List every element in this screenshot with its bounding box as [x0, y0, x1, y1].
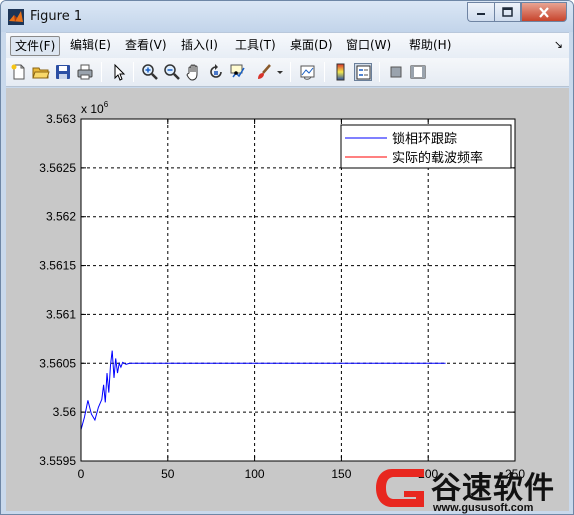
menu-help[interactable]: 帮助(H) [405, 36, 455, 56]
y-tick-label: 3.562 [46, 210, 76, 224]
watermark: 谷速软件 www.gususoft.com [374, 461, 573, 514]
toolbar-separator [133, 62, 134, 82]
menu-desktop[interactable]: 桌面(D) [286, 36, 337, 56]
menu-window[interactable]: 窗口(W) [342, 36, 395, 56]
x-tick-label: 0 [78, 467, 85, 481]
maximize-button[interactable] [494, 2, 521, 22]
x-tick-label: 50 [161, 467, 175, 481]
data-cursor-icon[interactable] [229, 63, 247, 81]
new-figure-icon[interactable] [10, 63, 28, 81]
hide-plot-tools-icon[interactable] [387, 63, 405, 81]
pointer-icon[interactable] [110, 63, 128, 81]
menu-insert[interactable]: 插入(I) [177, 36, 222, 56]
save-icon[interactable] [54, 63, 72, 81]
legend[interactable]: 锁相环跟踪 实际的载波频率 [340, 124, 512, 169]
pan-icon[interactable] [185, 63, 203, 81]
title-bar[interactable]: Figure 1 [1, 1, 573, 32]
menu-bar: 文件(F) 编辑(E) 查看(V) 插入(I) 工具(T) 桌面(D) 窗口(W… [6, 32, 569, 58]
legend-label-pll: 锁相环跟踪 [392, 131, 457, 147]
y-tick-label: 3.56 [53, 405, 77, 419]
toolbar-separator [379, 62, 380, 82]
watermark-url: www.gususoft.com [433, 502, 534, 514]
toolbar-separator [290, 62, 291, 82]
x-tick-label: 150 [331, 467, 351, 481]
figure-window: Figure 1 文件(F) 编辑(E) 查看(V) 插入(I) 工具(T) 桌… [0, 0, 574, 515]
legend-label-carrier: 实际的载波频率 [392, 150, 483, 166]
y-tick-label: 3.561 [46, 307, 76, 321]
axes-background [80, 118, 516, 462]
menu-view[interactable]: 查看(V) [121, 36, 171, 56]
y-tick-label: 3.563 [46, 112, 76, 126]
rotate-3d-icon[interactable] [207, 63, 225, 81]
brush-icon[interactable] [255, 63, 273, 81]
menu-file[interactable]: 文件(F) [10, 36, 61, 56]
window-title: Figure 1 [30, 9, 83, 24]
brush-dropdown-icon[interactable] [276, 63, 284, 81]
y-tick-label: 3.5595 [39, 454, 76, 468]
y-tick-label: 3.5615 [39, 259, 76, 273]
dock-figure-icon[interactable]: ↘ [554, 38, 563, 51]
menu-edit[interactable]: 编辑(E) [66, 36, 115, 56]
toolbar-separator [324, 62, 325, 82]
print-icon[interactable] [76, 63, 94, 81]
close-icon [539, 6, 549, 18]
window-controls [467, 2, 567, 22]
zoom-out-icon[interactable] [163, 63, 181, 81]
link-plot-icon[interactable] [299, 63, 317, 81]
maximize-icon [502, 7, 513, 17]
zoom-in-icon[interactable] [141, 63, 159, 81]
minimize-button[interactable] [467, 2, 494, 22]
y-exponent-label: x 106 [81, 100, 109, 116]
x-tick-label: 100 [245, 467, 265, 481]
menu-tools[interactable]: 工具(T) [231, 36, 280, 56]
show-plot-tools-icon[interactable] [409, 63, 427, 81]
matlab-logo-icon [8, 9, 24, 25]
figure-toolbar [6, 58, 569, 87]
close-button[interactable] [521, 2, 567, 22]
legend-icon[interactable] [354, 63, 372, 81]
toolbar-separator [101, 62, 102, 82]
figure-canvas[interactable]: 0 50 100 150 200 250 3.5595 3.56 3.5605 3.561 3.56… [6, 88, 569, 511]
y-tick-label: 3.5605 [39, 356, 76, 370]
open-file-icon[interactable] [32, 63, 50, 81]
colorbar-icon[interactable] [332, 63, 350, 81]
minimize-icon [477, 13, 485, 15]
y-tick-label: 3.5625 [39, 161, 76, 175]
line-chart: 0 50 100 150 200 2503.55953.563.56053.5613.56… [39, 100, 525, 481]
watermark-brand: 谷速软件 [431, 471, 555, 506]
